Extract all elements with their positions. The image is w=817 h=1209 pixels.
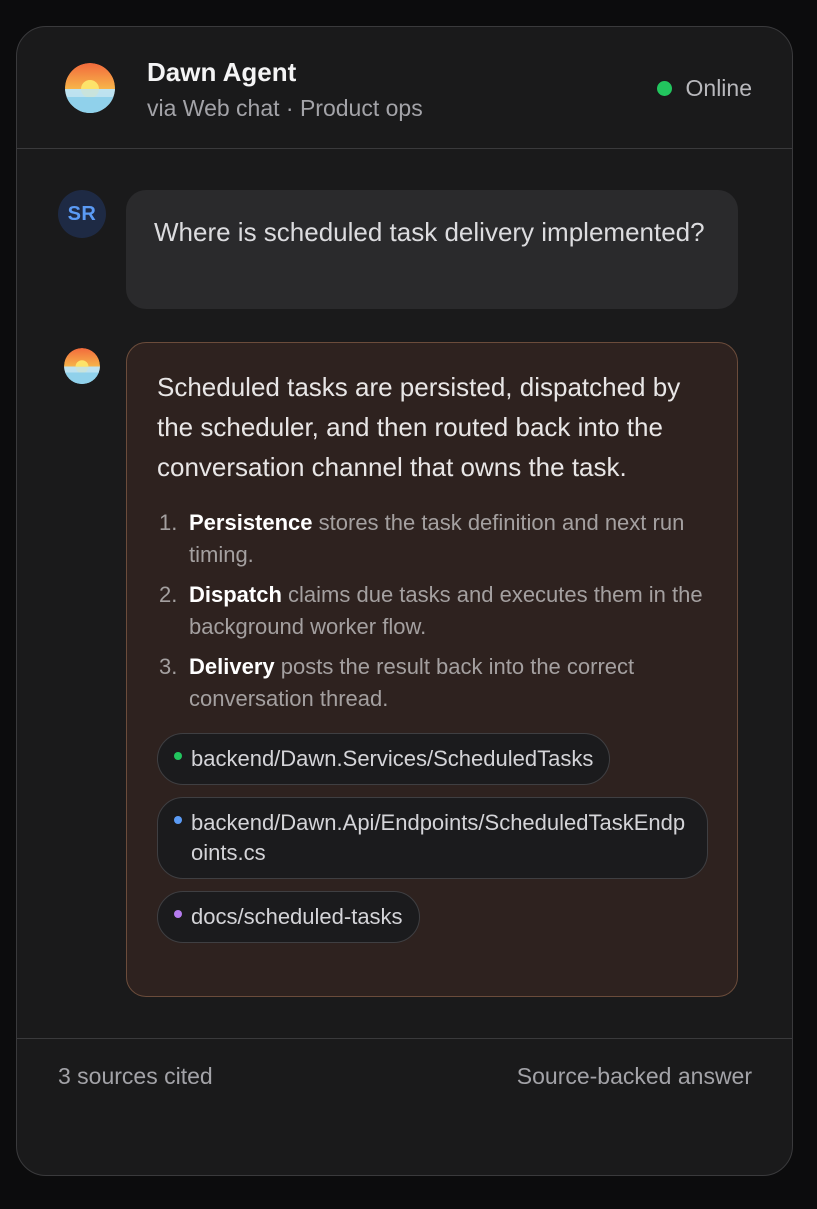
list-item: 1. Persistence stores the task definition… <box>157 507 707 571</box>
chat-card: Dawn Agent via Web chat · Product ops On… <box>16 26 793 1176</box>
chat-header: Dawn Agent via Web chat · Product ops On… <box>17 27 792 149</box>
dot-icon <box>174 910 182 918</box>
source-chip[interactable]: docs/scheduled-tasks <box>157 891 420 943</box>
answer-type-label: Source-backed answer <box>516 1063 752 1089</box>
steps-list: 1. Persistence stores the task definition… <box>157 507 707 715</box>
agent-message: Scheduled tasks are persisted, dispatche… <box>126 342 738 997</box>
sunrise-icon <box>64 348 100 384</box>
user-message: Where is scheduled task delivery impleme… <box>126 190 738 309</box>
source-chip[interactable]: backend/Dawn.Api/Endpoints/ScheduledTask… <box>157 797 708 879</box>
source-path: backend/Dawn.Api/Endpoints/ScheduledTask… <box>191 810 686 865</box>
step-number: 2. <box>159 582 178 607</box>
list-item: 3. Delivery posts the result back into th… <box>157 651 707 715</box>
step-term: Dispatch <box>189 582 282 607</box>
status-dot-icon <box>656 81 672 96</box>
list-item: 2. Dispatch claims due tasks and executes… <box>157 579 707 643</box>
sources-count: 3 sources cited <box>58 1063 213 1089</box>
agent-name: Dawn Agent <box>147 57 297 87</box>
dot-icon <box>174 816 182 824</box>
dot-icon <box>174 752 182 760</box>
chat-footer: 3 sources cited Source-backed answer <box>17 1038 792 1175</box>
step-term: Persistence <box>189 510 313 535</box>
step-term: Delivery <box>189 654 275 679</box>
status-label: Online <box>685 75 752 101</box>
status-indicator: Online <box>656 75 752 102</box>
source-path: docs/scheduled-tasks <box>191 904 403 929</box>
agent-subtitle: via Web chat · Product ops <box>147 95 423 121</box>
source-chips: backend/Dawn.Services/ScheduledTasks bac… <box>157 733 708 955</box>
sunrise-icon <box>65 63 115 113</box>
agent-message-intro: Scheduled tasks are persisted, dispatche… <box>157 372 681 482</box>
step-number: 3. <box>159 654 178 679</box>
source-path: backend/Dawn.Services/ScheduledTasks <box>191 746 594 771</box>
source-chip[interactable]: backend/Dawn.Services/ScheduledTasks <box>157 733 611 785</box>
user-avatar: SR <box>58 190 106 238</box>
step-number: 1. <box>159 510 178 535</box>
